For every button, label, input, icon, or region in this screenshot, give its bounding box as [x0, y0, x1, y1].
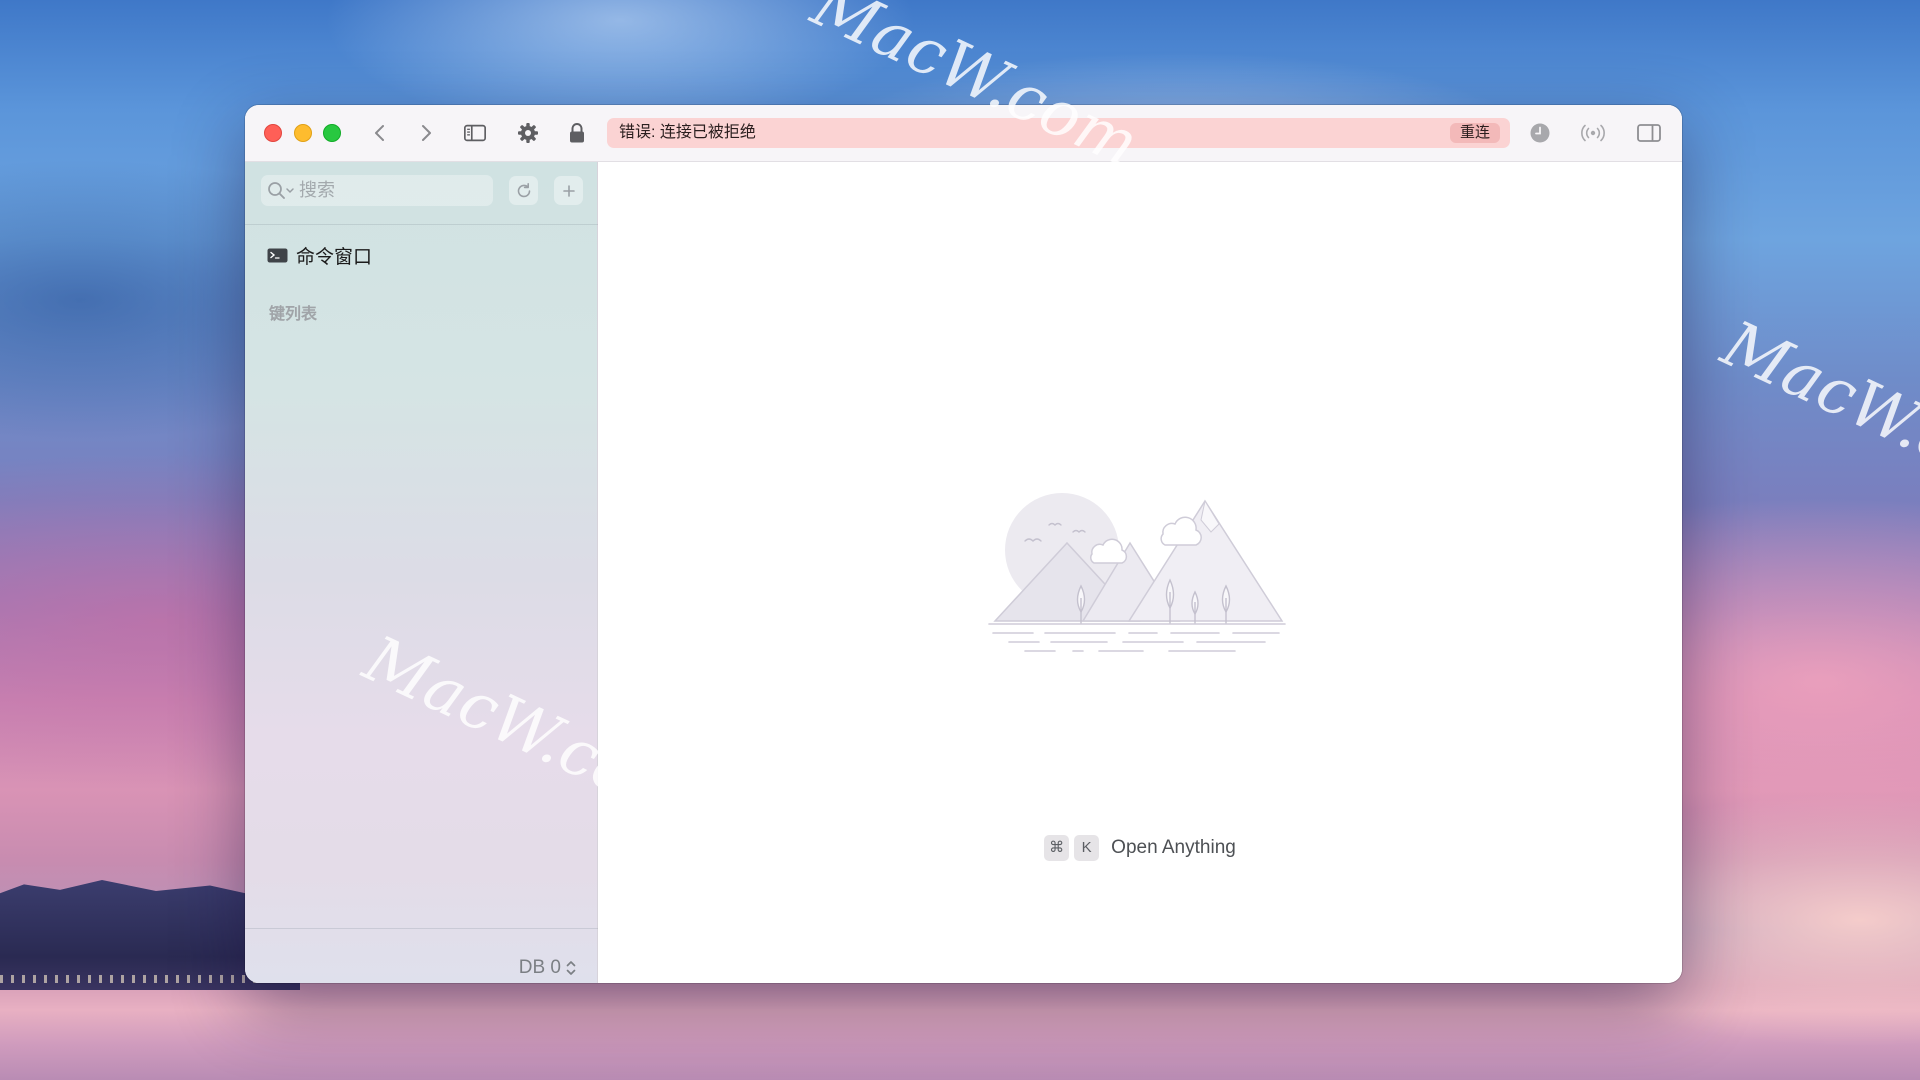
connection-error-banner: 错误: 连接已被拒绝 重连: [607, 118, 1510, 148]
sidebar-divider: [245, 224, 598, 225]
shortcut-key-k: K: [1074, 835, 1100, 861]
sidebar: 命令窗口 键列表 DB 0: [245, 162, 598, 983]
empty-state-illustration: [988, 493, 1286, 652]
minimize-button[interactable]: [294, 124, 312, 142]
broadcast-icon: [1581, 124, 1605, 142]
shortcut-key-command: ⌘: [1044, 835, 1070, 861]
stepper-icon: [565, 959, 577, 977]
open-anything-label: Open Anything: [1111, 837, 1236, 858]
zoom-button[interactable]: [323, 124, 341, 142]
watermark: MacW.com: [1710, 307, 1920, 522]
pubsub-button[interactable]: [1579, 121, 1607, 145]
add-key-button[interactable]: [554, 176, 583, 205]
right-panel-toggle-button[interactable]: [1636, 121, 1662, 145]
app-window: 错误: 连接已被拒绝 重连 搜索 命令窗口 键列表 DB 0 ⌘ K Open …: [245, 105, 1682, 983]
chevron-left-icon: [375, 125, 384, 141]
search-box: [261, 175, 493, 206]
refresh-icon: [517, 182, 530, 197]
open-anything-hint[interactable]: ⌘ K Open Anything: [598, 833, 1682, 863]
search-input[interactable]: [299, 175, 485, 206]
history-button[interactable]: [1528, 121, 1552, 145]
database-label: DB 0: [518, 957, 561, 978]
chevron-right-icon: [422, 125, 431, 141]
main-content: ⌘ K Open Anything: [598, 162, 1682, 983]
lock-icon: [570, 123, 584, 143]
clock-icon: [1530, 123, 1550, 143]
keys-section-header: 键列表: [269, 306, 318, 323]
sidebar-footer-divider: [245, 928, 598, 929]
sidebar-item-command-window[interactable]: 命令窗口: [267, 240, 577, 270]
plus-icon: [562, 184, 575, 197]
sidebar-toggle-button[interactable]: [463, 121, 487, 145]
panel-right-icon: [1637, 124, 1661, 142]
gear-icon: [518, 123, 538, 143]
forward-button[interactable]: [414, 121, 438, 145]
sidebar-item-label: 命令窗口: [296, 246, 373, 268]
database-selector[interactable]: DB 0: [519, 957, 577, 979]
reconnect-button[interactable]: 重连: [1449, 123, 1500, 143]
search-icon[interactable]: [267, 181, 301, 201]
back-button[interactable]: [368, 121, 392, 145]
close-button[interactable]: [264, 124, 282, 142]
settings-button[interactable]: [516, 121, 540, 145]
connection-error-text: 错误: 连接已被拒绝: [619, 124, 756, 141]
refresh-button[interactable]: [509, 176, 538, 205]
secure-connection-button[interactable]: [565, 121, 589, 145]
terminal-icon: [267, 248, 288, 263]
sidebar-toggle-icon: [464, 124, 486, 142]
toolbar: 错误: 连接已被拒绝 重连: [245, 105, 1682, 162]
